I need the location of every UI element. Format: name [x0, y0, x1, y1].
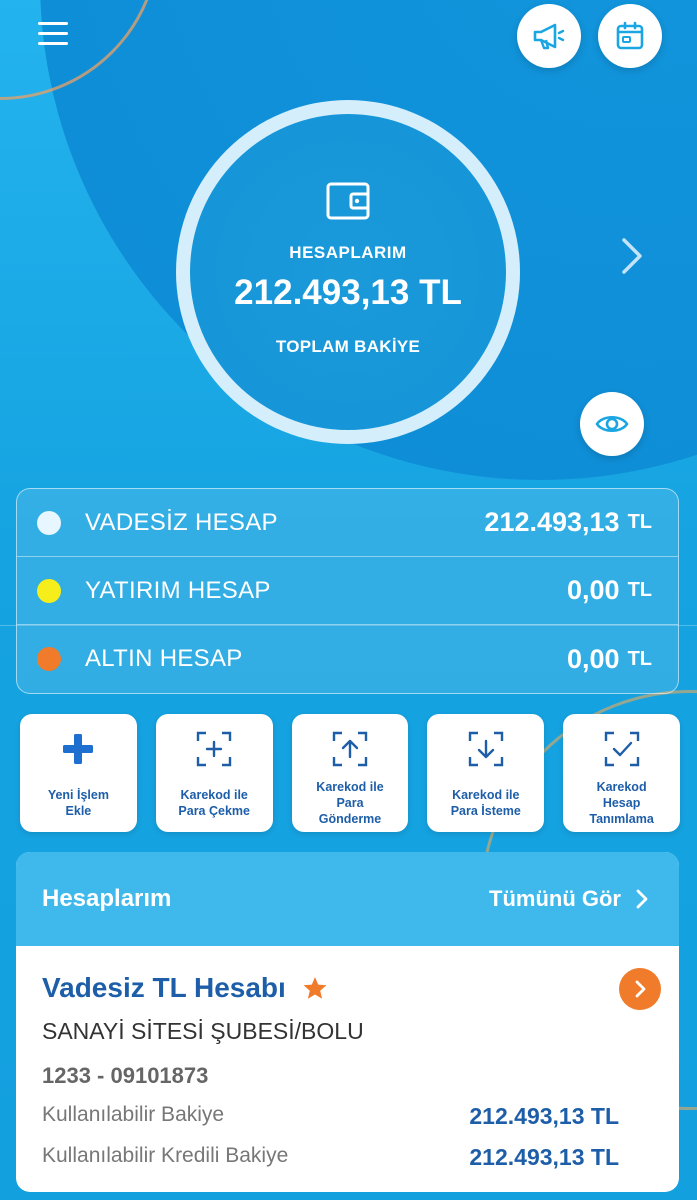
qr-account-define-button[interactable]: Karekod Hesap Tanımlama — [563, 714, 680, 832]
credit-balance-value: 212.493,13 TL — [469, 1144, 619, 1170]
account-value: 212.493,13 — [484, 507, 620, 537]
account-name: ALTIN HESAP — [85, 645, 243, 672]
account-value: 0,00 — [567, 575, 620, 605]
account-row-yatirim[interactable]: YATIRIM HESAP 0,00 TL — [17, 557, 678, 625]
qr-upload-icon — [332, 731, 368, 767]
credit-balance-label: Kullanılabilir Kredili Bakiye — [42, 1144, 289, 1167]
account-row-altin[interactable]: ALTIN HESAP 0,00 TL — [17, 625, 678, 693]
account-card[interactable]: Vadesiz TL Hesabı SANAYİ SİTESİ ŞUBESİ/B… — [16, 946, 679, 1171]
account-currency: TL — [627, 511, 652, 533]
plus-icon — [63, 734, 94, 764]
account-currency: TL — [627, 647, 652, 670]
chevron-right-icon[interactable] — [618, 236, 646, 276]
account-title: Vadesiz TL Hesabı — [42, 972, 286, 1003]
available-balance-value: 212.493,13 TL — [469, 1103, 619, 1129]
status-dot — [37, 510, 61, 535]
account-currency: TL — [627, 579, 652, 601]
star-icon[interactable] — [302, 975, 328, 1001]
status-dot — [37, 647, 61, 671]
chevron-right-icon — [636, 889, 648, 909]
wallet-icon — [326, 182, 370, 220]
total-balance-circle[interactable]: HESAPLARIM 212.493,13 TL TOPLAM BAKİYE — [176, 100, 520, 444]
hero-title: HESAPLARIM — [289, 243, 407, 262]
account-row-vadesiz[interactable]: VADESİZ HESAP 212.493,13 TL — [17, 489, 678, 557]
menu-icon[interactable] — [38, 22, 72, 48]
account-name: YATIRIM HESAP — [85, 576, 271, 604]
total-balance-amount: 212.493,13 TL — [234, 273, 462, 312]
chevron-right-icon — [635, 980, 646, 998]
available-balance-row: Kullanılabilir Bakiye 212.493,13 TL — [42, 1103, 653, 1130]
qr-check-icon — [604, 731, 639, 767]
toggle-visibility-button[interactable] — [580, 392, 644, 456]
credit-balance-row: Kullanılabilir Kredili Bakiye 212.493,13… — [42, 1144, 653, 1171]
total-balance-label: TOPLAM BAKİYE — [275, 337, 421, 356]
eye-icon — [595, 415, 629, 433]
qr-request-button[interactable]: Karekod ile Para İsteme — [427, 714, 545, 832]
action-label: Karekod ile Para Gönderme — [316, 780, 384, 826]
see-all-label: Tümünü Gör — [489, 886, 621, 911]
available-balance-label: Kullanılabilir Bakiye — [42, 1103, 225, 1126]
accounts-section-header: Hesaplarım Tümünü Gör — [16, 852, 679, 946]
qr-withdraw-button[interactable]: Karekod ile Para Çekme — [155, 714, 273, 832]
action-label: Karekod ile Para Çekme — [178, 788, 250, 818]
account-value: 0,00 — [567, 643, 620, 674]
quick-actions: Yeni İşlem Ekle Karekod ile Para Çekme K… — [20, 714, 680, 834]
announcements-button[interactable] — [517, 4, 581, 68]
qr-plus-icon — [196, 731, 232, 767]
action-label: Karekod Hesap Tanımlama — [589, 780, 654, 826]
account-detail-button[interactable] — [619, 968, 661, 1010]
accounts-summary-panel: VADESİZ HESAP 212.493,13 TL YATIRIM HESA… — [16, 488, 679, 694]
account-number: 1233 - 09101873 — [42, 1063, 209, 1088]
qr-send-button[interactable]: Karekod ile Para Gönderme — [291, 714, 409, 832]
see-all-link[interactable]: Tümünü Gör — [489, 886, 649, 912]
calendar-icon — [616, 21, 644, 50]
megaphone-icon — [533, 23, 565, 50]
action-label: Karekod ile Para İsteme — [450, 788, 521, 818]
accounts-section: Hesaplarım Tümünü Gör Vadesiz TL Hesabı … — [16, 852, 679, 1192]
action-label: Yeni İşlem Ekle — [47, 788, 109, 818]
status-dot — [37, 578, 61, 603]
account-name: VADESİZ HESAP — [85, 508, 278, 536]
account-branch: SANAYİ SİTESİ ŞUBESİ/BOLU — [42, 1018, 364, 1044]
qr-download-icon — [468, 731, 503, 767]
new-transaction-button[interactable]: Yeni İşlem Ekle — [20, 714, 137, 832]
calendar-button[interactable] — [598, 4, 662, 68]
section-title: Hesaplarım — [42, 885, 172, 912]
